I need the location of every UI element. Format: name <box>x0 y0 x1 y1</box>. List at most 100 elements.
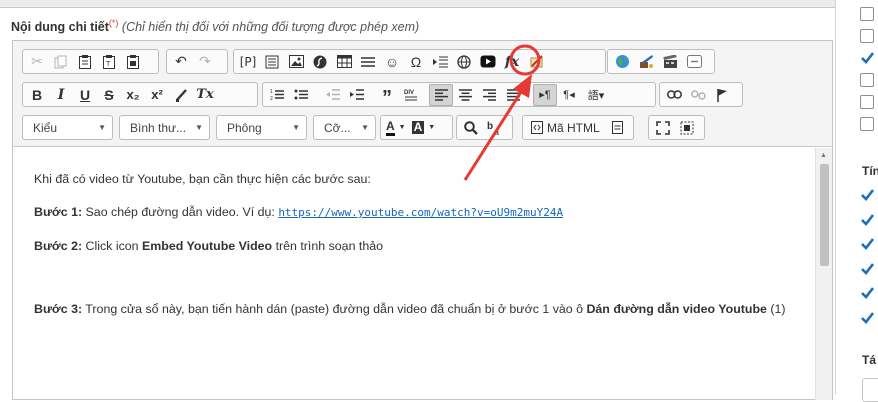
superscript-button[interactable]: x² <box>145 84 169 106</box>
checkbox-checked[interactable] <box>860 213 875 227</box>
paste-text-icon[interactable]: T <box>97 51 121 73</box>
panel-input[interactable] <box>862 378 878 402</box>
source-icon <box>531 121 543 134</box>
checkbox[interactable] <box>860 7 874 21</box>
cut-icon[interactable]: ✂ <box>25 51 49 73</box>
unlink-icon[interactable] <box>686 84 710 106</box>
link-group <box>659 82 743 107</box>
flash-icon[interactable] <box>308 51 332 73</box>
bold-button[interactable]: B <box>25 84 49 106</box>
subscript-button[interactable]: x₂ <box>121 84 145 106</box>
div-icon[interactable] <box>682 51 706 73</box>
redo-icon[interactable]: ↷ <box>193 51 217 73</box>
scrollbar-thumb[interactable] <box>820 164 829 266</box>
strike-button[interactable]: S <box>97 84 121 106</box>
font-select[interactable]: Phông ▼ <box>216 115 307 140</box>
youtube-icon[interactable] <box>476 51 500 73</box>
find-group: ba <box>456 115 513 140</box>
editor-content[interactable]: Khi đã có video từ Youtube, bạn cần thực… <box>13 148 815 400</box>
brush-icon[interactable] <box>169 84 193 106</box>
field-label: Nội dung chi tiết <box>11 20 109 35</box>
document-icon[interactable] <box>606 117 630 139</box>
text-color-button[interactable]: A ▼ <box>383 117 409 139</box>
required-mark: (*) <box>108 18 119 28</box>
paste-word-icon[interactable] <box>121 51 145 73</box>
checkbox-checked[interactable] <box>860 237 875 251</box>
creatediv-icon[interactable]: DIV <box>399 84 423 106</box>
template-icon[interactable] <box>260 51 284 73</box>
style-select[interactable]: Kiểu ▼ <box>22 115 113 140</box>
right-panel: Tín Tá <box>836 0 878 402</box>
placeholder-icon[interactable]: [P] <box>236 51 260 73</box>
format-select[interactable]: Bình thư... ▼ <box>119 115 210 140</box>
replace-icon[interactable]: ba <box>483 117 507 139</box>
size-select[interactable]: Cỡ... ▼ <box>313 115 376 140</box>
step3-paragraph: Bước 3: Trong cửa sổ này, bạn tiến hành … <box>34 302 786 316</box>
checkbox-checked[interactable] <box>860 51 875 65</box>
rtl-icon[interactable]: ¶◂ <box>557 84 581 106</box>
svg-text:2: 2 <box>270 96 273 101</box>
checkbox-checked[interactable] <box>860 188 875 202</box>
numbered-list-icon[interactable]: 12 <box>265 84 289 106</box>
smiley-icon[interactable]: ☺ <box>380 51 404 73</box>
bg-color-button[interactable]: A ▼ <box>409 117 439 139</box>
top-strip <box>0 0 835 8</box>
editor-scrollbar[interactable]: ▲ <box>815 148 832 400</box>
step2-paragraph: Bước 2: Click icon Embed Youtube Video t… <box>34 239 384 253</box>
special-char-icon[interactable]: Ω <box>404 51 428 73</box>
checkbox[interactable] <box>860 117 874 131</box>
color-group: A ▼ A ▼ <box>380 115 453 140</box>
undo-icon[interactable]: ↶ <box>169 51 193 73</box>
anchor-flag-icon[interactable] <box>710 84 734 106</box>
blockquote-icon[interactable]: ” <box>375 84 399 109</box>
checkmark-icon <box>861 52 875 64</box>
show-blocks-icon[interactable] <box>675 117 699 139</box>
video-icon[interactable] <box>658 51 682 73</box>
paste-icon[interactable] <box>73 51 97 73</box>
checkmark-icon <box>861 189 875 201</box>
remove-format-button[interactable]: Tx <box>193 84 217 106</box>
paint-icon[interactable] <box>524 51 548 73</box>
intro-paragraph: Khi đã có video từ Youtube, bạn cần thực… <box>34 172 371 186</box>
checkbox[interactable] <box>860 73 874 87</box>
checkbox-checked[interactable] <box>860 286 875 300</box>
checkbox-checked[interactable] <box>860 311 875 325</box>
italic-button[interactable]: I <box>49 84 73 106</box>
example-url-link[interactable]: https://www.youtube.com/watch?v=oU9m2muY… <box>278 206 563 219</box>
bulleted-list-icon[interactable] <box>289 84 313 106</box>
checkmark-icon <box>861 213 875 226</box>
align-justify-icon[interactable] <box>501 84 525 106</box>
language-icon[interactable]: 語▾ <box>581 84 611 106</box>
align-right-icon[interactable] <box>477 84 501 106</box>
search-icon[interactable] <box>459 117 483 139</box>
table-icon[interactable] <box>332 51 356 73</box>
indent-icon[interactable] <box>345 84 369 106</box>
basic-style-group: B I U S x₂ x² Tx <box>22 82 258 107</box>
formula-icon[interactable]: fx <box>500 51 524 73</box>
ltr-icon[interactable]: ▸¶ <box>533 83 557 106</box>
checkbox[interactable] <box>860 95 874 109</box>
field-note: (Chỉ hiển thị đối với những đối tượng đư… <box>121 20 420 35</box>
size-select-value: Cỡ... <box>324 120 351 135</box>
iframe-icon[interactable] <box>452 51 476 73</box>
checkmark-icon <box>861 287 875 299</box>
checkbox[interactable] <box>860 29 874 43</box>
clipboard-group: ✂ T <box>22 49 159 74</box>
chevron-down-icon: ▼ <box>292 123 300 132</box>
horizontal-rule-icon[interactable] <box>356 51 380 73</box>
copy-icon[interactable] <box>49 51 73 73</box>
maximize-icon[interactable] <box>651 117 675 139</box>
scroll-up-icon[interactable]: ▲ <box>820 152 827 159</box>
page-break-icon[interactable] <box>428 51 452 73</box>
image-icon[interactable] <box>284 51 308 73</box>
link-icon[interactable] <box>662 84 686 106</box>
svg-text:DIV: DIV <box>404 90 414 96</box>
align-center-icon[interactable] <box>453 84 477 106</box>
align-left-icon[interactable] <box>429 83 453 106</box>
spell-icon[interactable] <box>634 51 658 73</box>
source-button[interactable]: Mã HTML <box>525 117 606 139</box>
link-globe-icon[interactable] <box>610 51 634 73</box>
outdent-icon[interactable] <box>321 84 345 106</box>
checkbox-checked[interactable] <box>860 262 875 276</box>
underline-button[interactable]: U <box>73 84 97 106</box>
